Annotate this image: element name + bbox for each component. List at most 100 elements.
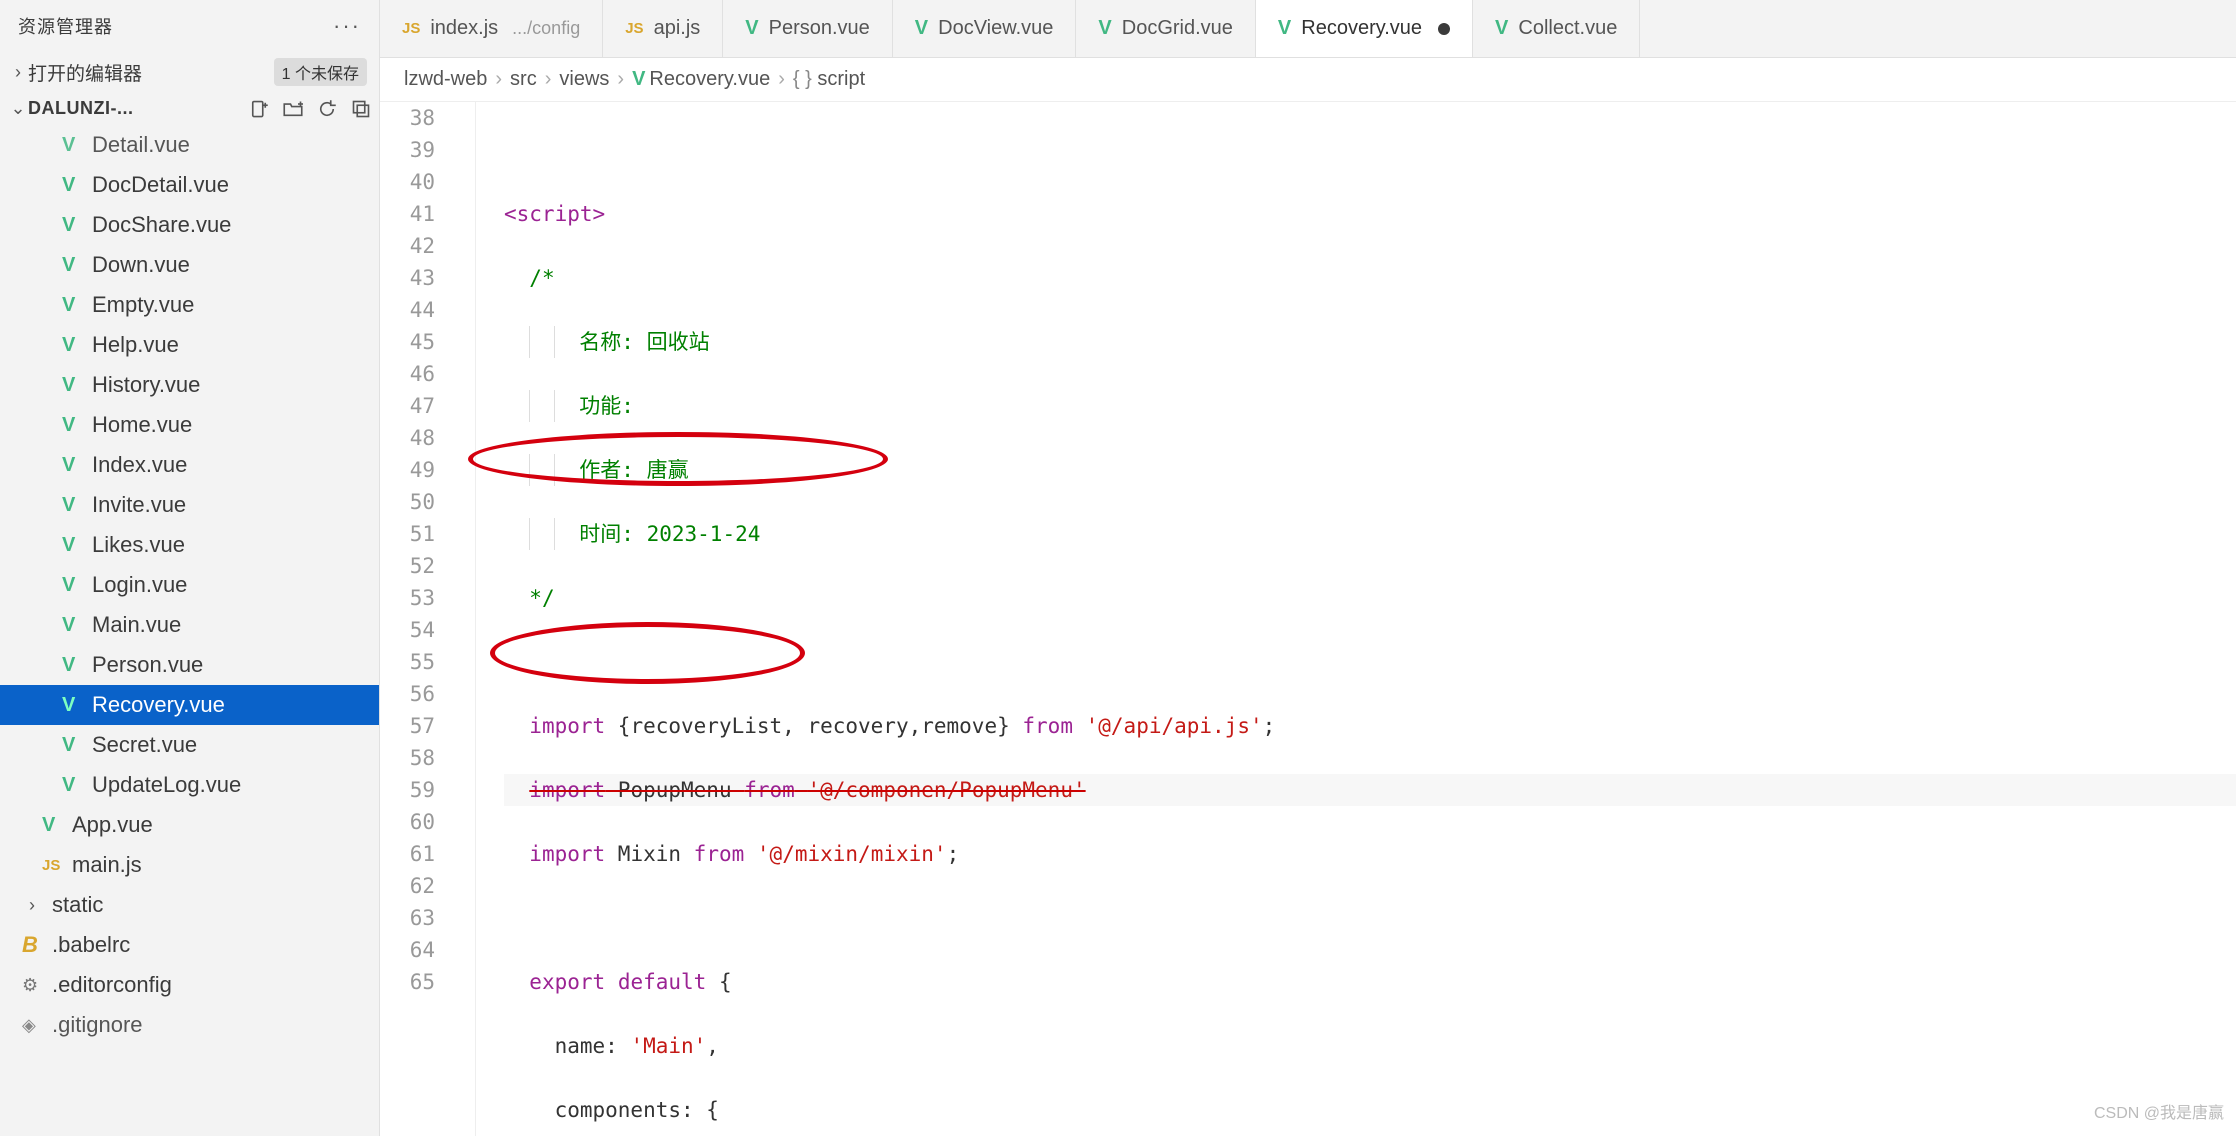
file-name: Index.vue [92, 452, 187, 478]
vue-icon: V [62, 574, 75, 597]
editor-tab[interactable]: VDocView.vue [893, 0, 1077, 57]
new-folder-icon[interactable] [283, 99, 303, 119]
line-number: 46 [380, 358, 435, 390]
chevron-down-icon: ⌄ [8, 98, 28, 119]
chevron-right-icon: › [545, 68, 552, 91]
crumb[interactable]: VRecovery.vue [632, 68, 770, 91]
line-number: 60 [380, 806, 435, 838]
file-item[interactable]: V Home.vue [0, 405, 379, 445]
file-name: Person.vue [92, 652, 203, 678]
line-number: 48 [380, 422, 435, 454]
file-name: Home.vue [92, 412, 192, 438]
file-name: .babelrc [52, 932, 130, 958]
tab-subpath: .../config [512, 18, 580, 39]
line-number: 52 [380, 550, 435, 582]
file-name: Recovery.vue [92, 692, 225, 718]
file-item[interactable]: VPerson.vue [0, 645, 379, 685]
line-number: 41 [380, 198, 435, 230]
braces-icon: { } [793, 68, 812, 90]
vue-icon: V [62, 734, 75, 757]
file-item[interactable]: B.babelrc [0, 925, 379, 965]
line-number: 61 [380, 838, 435, 870]
collapse-icon[interactable] [351, 99, 371, 119]
vue-icon: V [1278, 17, 1291, 40]
open-editors-section[interactable]: › 打开的编辑器 1 个未保存 [0, 52, 379, 92]
file-item[interactable]: VDocDetail.vue [0, 165, 379, 205]
crumb[interactable]: src [510, 68, 537, 91]
file-item[interactable]: VDetail.vue [0, 125, 379, 165]
vue-icon: V [62, 774, 75, 797]
project-section[interactable]: ⌄ DALUNZI-... [0, 92, 379, 125]
chevron-right-icon: › [495, 68, 502, 91]
file-name: Detail.vue [92, 132, 190, 158]
file-item[interactable]: V Empty.vue [0, 285, 379, 325]
new-file-icon[interactable] [249, 99, 269, 119]
file-name: DocDetail.vue [92, 172, 229, 198]
chevron-right-icon: › [617, 68, 624, 91]
file-item[interactable]: JSmain.js [0, 845, 379, 885]
tab-label: Person.vue [769, 17, 870, 40]
code-content[interactable]: <script> /* 名称: 回收站 功能: 作者: 唐赢 时间: 2023-… [476, 102, 2236, 1136]
vue-icon: V [915, 17, 928, 40]
line-number: 58 [380, 742, 435, 774]
file-item[interactable]: VLikes.vue [0, 525, 379, 565]
line-number: 44 [380, 294, 435, 326]
watermark: CSDN @我是唐赢 [2094, 1098, 2224, 1130]
vue-icon: V [62, 454, 75, 477]
crumb[interactable]: views [559, 68, 609, 91]
file-item[interactable]: VHistory.vue [0, 365, 379, 405]
editor-tab[interactable]: VPerson.vue [723, 0, 893, 57]
file-item[interactable]: ◈.gitignore [0, 1005, 379, 1045]
explorer-sidebar: 资源管理器 ··· › 打开的编辑器 1 个未保存 ⌄ DALUNZI-... [0, 0, 380, 1136]
editor-tab[interactable]: VCollect.vue [1473, 0, 1640, 57]
file-name: Main.vue [92, 612, 181, 638]
vue-icon: V [62, 614, 75, 637]
editor-tab[interactable]: JSapi.js [603, 0, 723, 57]
file-item[interactable]: VSecret.vue [0, 725, 379, 765]
line-number: 39 [380, 134, 435, 166]
file-item[interactable]: VRecovery.vue [0, 685, 379, 725]
crumb[interactable]: lzwd-web [404, 68, 487, 91]
line-number: 50 [380, 486, 435, 518]
open-editors-label: 打开的编辑器 [28, 59, 274, 86]
file-name: Empty.vue [92, 292, 194, 318]
line-number: 59 [380, 774, 435, 806]
line-number: 38 [380, 102, 435, 134]
line-number: 47 [380, 390, 435, 422]
explorer-title: 资源管理器 [18, 13, 333, 39]
chevron-right-icon: › [8, 62, 28, 83]
editor-tabs: JSindex.js.../configJSapi.jsVPerson.vueV… [380, 0, 2236, 58]
dirty-indicator [1438, 23, 1450, 35]
vue-icon: V [42, 814, 55, 837]
line-number: 63 [380, 902, 435, 934]
editor-tab[interactable]: V Recovery.vue [1256, 0, 1473, 57]
js-icon: JS [42, 857, 60, 874]
line-number: 55 [380, 646, 435, 678]
file-item[interactable]: VInvite.vue [0, 485, 379, 525]
file-item[interactable]: ›static [0, 885, 379, 925]
crumb[interactable]: { } script [793, 68, 865, 91]
file-item[interactable]: V Index.vue [0, 445, 379, 485]
file-item[interactable]: VUpdateLog.vue [0, 765, 379, 805]
file-name: Likes.vue [92, 532, 185, 558]
file-item[interactable]: VLogin.vue [0, 565, 379, 605]
more-icon[interactable]: ··· [333, 13, 361, 39]
tab-label: Recovery.vue [1301, 17, 1422, 40]
breadcrumbs[interactable]: lzwd-web› src› views› VRecovery.vue› { }… [380, 58, 2236, 102]
line-number: 51 [380, 518, 435, 550]
file-item[interactable]: VDown.vue [0, 245, 379, 285]
refresh-icon[interactable] [317, 99, 337, 119]
vue-icon: V [62, 374, 75, 397]
file-name: Invite.vue [92, 492, 186, 518]
file-item[interactable]: ⚙.editorconfig [0, 965, 379, 1005]
file-item[interactable]: V Main.vue [0, 605, 379, 645]
vue-icon: V [62, 294, 75, 317]
editor-tab[interactable]: JSindex.js.../config [380, 0, 603, 57]
line-number: 56 [380, 678, 435, 710]
vue-icon: V [62, 414, 75, 437]
editor-tab[interactable]: VDocGrid.vue [1076, 0, 1256, 57]
file-item[interactable]: VApp.vue [0, 805, 379, 845]
file-item[interactable]: VDocShare.vue [0, 205, 379, 245]
code-editor[interactable]: 3839404142434445464748495051525354555657… [380, 102, 2236, 1136]
file-item[interactable]: VHelp.vue [0, 325, 379, 365]
